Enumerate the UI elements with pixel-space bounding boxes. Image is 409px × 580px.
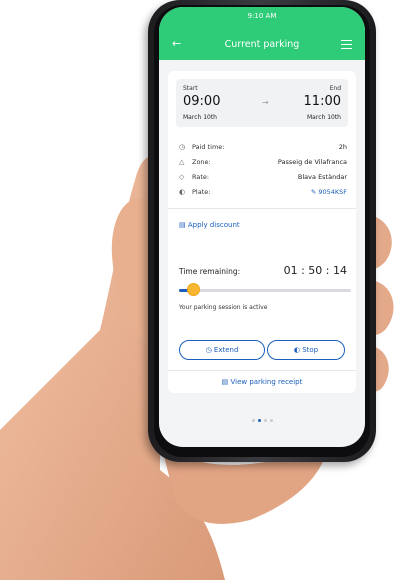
- tag-icon: ◇: [179, 173, 185, 181]
- extend-label: Extend: [213, 346, 239, 354]
- end-time: 11:00: [303, 94, 341, 109]
- session-times-panel: Start 09:00 March 10th → End 11:00 March…: [176, 79, 348, 127]
- end-label: End: [329, 85, 341, 92]
- detail-row-paid-time: ◷ Paid time: 2h: [179, 143, 347, 153]
- pagination-dot[interactable]: [269, 419, 273, 422]
- view-receipt-label: View parking receipt: [230, 378, 303, 386]
- arrow-right-icon: →: [262, 98, 269, 107]
- page-title: Current parking: [224, 39, 300, 50]
- app-header: 9:10 AM ← Current parking: [159, 7, 365, 60]
- rate-value: Blava Estàndar: [297, 173, 347, 181]
- start-time: 09:00: [183, 94, 221, 109]
- time-progress-knob: [187, 284, 199, 295]
- paid-time-label: Paid time:: [192, 143, 225, 151]
- parking-card: Start 09:00 March 10th → End 11:00 March…: [168, 71, 356, 393]
- car-icon: ◐: [179, 188, 186, 196]
- stop-icon: ◐: [293, 346, 300, 354]
- view-receipt-link[interactable]: ▤ View parking receipt: [168, 378, 356, 386]
- apply-discount-link[interactable]: ▤ Apply discount: [179, 221, 240, 229]
- start-date: March 10th: [183, 114, 217, 121]
- stop-label: Stop: [302, 346, 319, 354]
- discount-icon: ▤: [179, 221, 186, 229]
- pagination-dot[interactable]: [263, 419, 267, 422]
- time-remaining-value: 01 : 50 : 14: [283, 264, 347, 277]
- zone-icon: △: [179, 158, 185, 166]
- plate-label: Plate:: [192, 188, 211, 196]
- clock-icon: ◷: [179, 143, 186, 151]
- pagination-dots: [159, 407, 365, 426]
- plate-edit-link[interactable]: ✎ 9054KSF: [311, 188, 347, 196]
- time-progress-bar: [179, 284, 351, 295]
- phone-screen: 9:10 AM ← Current parking Start 09:00 Ma…: [159, 7, 365, 447]
- zone-value: Passeig de Vilafranca: [277, 158, 347, 166]
- rate-label: Rate:: [192, 173, 210, 181]
- stop-button[interactable]: ◐ Stop: [267, 340, 345, 360]
- divider: [168, 208, 356, 209]
- session-status-message: Your parking session is active: [179, 304, 268, 311]
- plate-value: 9054KSF: [318, 188, 347, 196]
- start-label: Start: [183, 85, 198, 92]
- phone-frame: 9:10 AM ← Current parking Start 09:00 Ma…: [148, 0, 376, 462]
- end-date: March 10th: [307, 114, 341, 121]
- pagination-dot[interactable]: [251, 419, 255, 422]
- pagination-dot[interactable]: [257, 419, 261, 422]
- receipt-icon: ▤: [221, 378, 229, 386]
- apply-discount-label: Apply discount: [187, 221, 240, 229]
- extend-button[interactable]: ◷ Extend: [179, 340, 265, 360]
- detail-row-zone: △ Zone: Passeig de Vilafranca: [179, 158, 347, 168]
- paid-time-value: 2h: [338, 143, 347, 151]
- extend-icon: ◷: [205, 346, 212, 354]
- divider: [168, 370, 356, 371]
- detail-row-plate: ◐ Plate: ✎ 9054KSF: [179, 188, 347, 198]
- status-bar-time: 9:10 AM: [247, 12, 277, 20]
- time-remaining-label: Time remaining:: [179, 267, 241, 276]
- detail-row-rate: ◇ Rate: Blava Estàndar: [179, 173, 347, 183]
- zone-label: Zone:: [192, 158, 211, 166]
- hamburger-menu-icon[interactable]: [341, 40, 352, 49]
